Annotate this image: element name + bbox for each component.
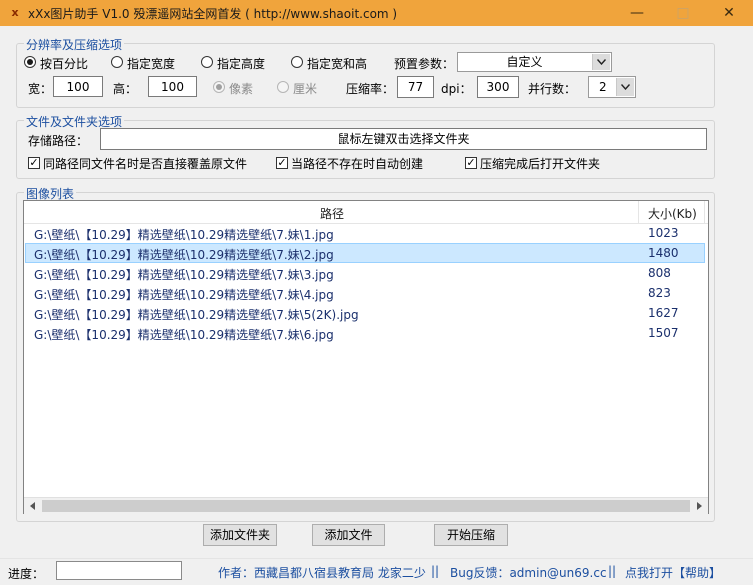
mode-width-radio[interactable]: [111, 56, 123, 68]
close-button[interactable]: ✕: [706, 0, 752, 26]
table-row[interactable]: G:\壁纸\【10.29】精选壁纸\10.29精选壁纸\7.妹\1.jpg 10…: [25, 223, 705, 243]
progress-bar: [56, 561, 182, 580]
compress-input[interactable]: 77: [397, 76, 434, 98]
row-size: 808: [648, 266, 671, 280]
mode-width-label: 指定宽度: [127, 57, 176, 71]
scroll-left-icon[interactable]: [25, 499, 41, 513]
row-path: G:\壁纸\【10.29】精选壁纸\10.29精选壁纸\7.妹\6.jpg: [34, 328, 334, 342]
unit-cm-radio[interactable]: [277, 81, 289, 93]
table-row[interactable]: G:\壁纸\【10.29】精选壁纸\10.29精选壁纸\7.妹\2.jpg 14…: [25, 243, 705, 263]
preset-value: 自定义: [506, 55, 543, 69]
add-file-button[interactable]: 添加文件: [312, 524, 385, 546]
author-text: 作者：西藏昌都八宿县教育局 龙家二少: [218, 566, 426, 580]
row-size: 1023: [648, 226, 679, 240]
row-path: G:\壁纸\【10.29】精选壁纸\10.29精选壁纸\7.妹\5(2K).jp…: [34, 308, 359, 322]
minimize-button[interactable]: —: [614, 0, 660, 26]
progress-label: 进度：: [8, 567, 45, 581]
row-path: G:\壁纸\【10.29】精选壁纸\10.29精选壁纸\7.妹\1.jpg: [34, 228, 334, 242]
height-input[interactable]: 100: [148, 76, 197, 97]
column-divider: [704, 201, 705, 223]
preset-label: 预置参数：: [394, 57, 455, 71]
list-header: 路径 大小(Kb): [24, 201, 708, 224]
compress-label: 压缩率：: [346, 82, 395, 96]
row-size: 1627: [648, 306, 679, 320]
add-folder-button[interactable]: 添加文件夹: [203, 524, 277, 546]
threads-value: 2: [599, 80, 607, 94]
resolution-group-title: 分辨率及压缩选项: [24, 36, 125, 53]
maximize-button: □: [676, 5, 690, 21]
dpi-label: dpi：: [441, 82, 472, 96]
preset-combobox[interactable]: 自定义: [457, 52, 612, 72]
height-label: 高：: [113, 82, 138, 96]
column-path-header[interactable]: 路径: [320, 205, 344, 222]
unit-cm-label: 厘米: [293, 82, 318, 96]
overwrite-checkbox[interactable]: ✓: [28, 157, 40, 169]
threads-label: 并行数：: [528, 82, 577, 96]
start-compress-button[interactable]: 开始压缩: [434, 524, 508, 546]
row-size: 823: [648, 286, 671, 300]
row-path: G:\壁纸\【10.29】精选壁纸\10.29精选壁纸\7.妹\4.jpg: [34, 288, 334, 302]
mode-width-height-label: 指定宽和高: [307, 57, 368, 71]
bug-feedback-link[interactable]: Bug反馈：admin@un69.cc: [450, 564, 607, 581]
row-size: 1480: [648, 246, 679, 260]
row-size: 1507: [648, 326, 679, 340]
save-path-label: 存储路径：: [28, 134, 89, 148]
chevron-down-icon[interactable]: [616, 78, 634, 96]
row-path: G:\壁纸\【10.29】精选壁纸\10.29精选壁纸\7.妹\2.jpg: [34, 248, 334, 262]
title-bar[interactable]: x xXx图片助手 V1.0 殁漂遥网站全网首发 ( http://www.sh…: [0, 0, 753, 26]
separator: ||: [431, 564, 440, 578]
chevron-down-icon[interactable]: [592, 54, 610, 70]
dpi-input[interactable]: 300: [477, 76, 519, 98]
auto-create-label: 当路径不存在时自动创建: [291, 157, 424, 171]
scroll-right-icon[interactable]: [691, 499, 707, 513]
horizontal-scrollbar[interactable]: [24, 497, 708, 514]
mode-height-label: 指定高度: [217, 57, 266, 71]
separator: ||: [608, 564, 617, 578]
save-path-input[interactable]: 鼠标左键双击选择文件夹: [100, 128, 707, 150]
mode-percent-label: 按百分比: [40, 57, 89, 71]
threads-combobox[interactable]: 2: [588, 76, 636, 98]
status-bar: 进度： 作者：西藏昌都八宿县教育局 龙家二少 || Bug反馈：admin@un…: [0, 558, 753, 585]
row-path: G:\壁纸\【10.29】精选壁纸\10.29精选壁纸\7.妹\3.jpg: [34, 268, 334, 282]
open-folder-label: 压缩完成后打开文件夹: [480, 157, 601, 171]
table-row[interactable]: G:\壁纸\【10.29】精选壁纸\10.29精选壁纸\7.妹\4.jpg 82…: [25, 283, 705, 303]
unit-pixel-label: 像素: [229, 82, 254, 96]
mode-width-height-radio[interactable]: [291, 56, 303, 68]
width-input[interactable]: 100: [53, 76, 103, 97]
table-row[interactable]: G:\壁纸\【10.29】精选壁纸\10.29精选壁纸\7.妹\3.jpg 80…: [25, 263, 705, 283]
image-list[interactable]: 路径 大小(Kb) G:\壁纸\【10.29】精选壁纸\10.29精选壁纸\7.…: [23, 200, 709, 514]
window-title: xXx图片助手 V1.0 殁漂遥网站全网首发 ( http://www.shao…: [28, 7, 398, 21]
help-link[interactable]: 点我打开【帮助】: [625, 564, 721, 581]
unit-pixel-radio[interactable]: [213, 81, 225, 93]
overwrite-label: 同路径同文件名时是否直接覆盖原文件: [43, 157, 248, 171]
open-folder-checkbox[interactable]: ✓: [465, 157, 477, 169]
mode-percent-radio[interactable]: [24, 56, 36, 68]
table-row[interactable]: G:\壁纸\【10.29】精选壁纸\10.29精选壁纸\7.妹\6.jpg 15…: [25, 323, 705, 343]
auto-create-checkbox[interactable]: ✓: [276, 157, 288, 169]
table-row[interactable]: G:\壁纸\【10.29】精选壁纸\10.29精选壁纸\7.妹\5(2K).jp…: [25, 303, 705, 323]
width-label: 宽：: [28, 82, 53, 96]
column-divider: [638, 201, 639, 223]
column-size-header[interactable]: 大小(Kb): [648, 205, 697, 222]
app-icon: x: [11, 6, 19, 19]
scroll-thumb[interactable]: [42, 500, 690, 512]
mode-height-radio[interactable]: [201, 56, 213, 68]
